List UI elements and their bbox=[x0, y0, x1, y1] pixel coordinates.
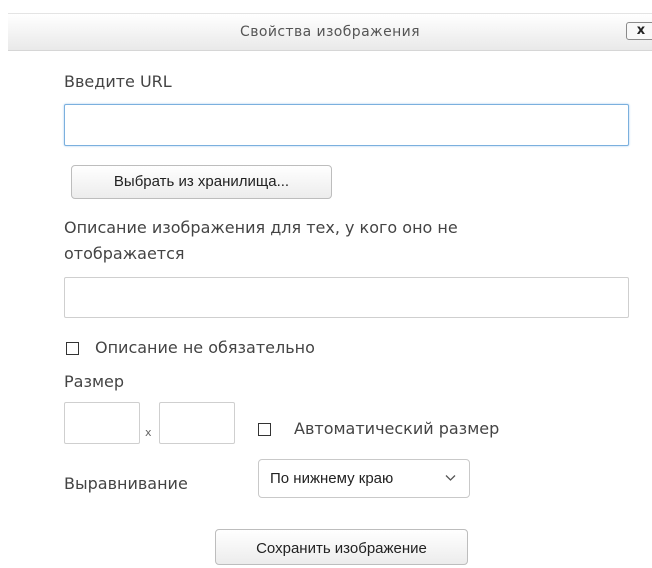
dialog-title: Свойства изображения bbox=[240, 24, 420, 40]
auto-size-checkbox[interactable] bbox=[258, 423, 271, 436]
close-icon: x bbox=[636, 23, 646, 38]
size-label: Размер bbox=[64, 372, 125, 391]
height-input[interactable] bbox=[159, 402, 235, 444]
chevron-down-icon bbox=[445, 475, 456, 481]
alignment-selected-value: По нижнему краю bbox=[270, 470, 394, 487]
url-label: Введите URL bbox=[64, 72, 172, 91]
description-optional-label: Описание не обязательно bbox=[95, 338, 315, 357]
browse-repository-button[interactable]: Выбрать из хранилища... bbox=[71, 165, 332, 199]
description-optional-checkbox[interactable] bbox=[66, 342, 79, 355]
size-separator: x bbox=[145, 426, 152, 439]
close-button[interactable]: x bbox=[626, 22, 652, 40]
description-label-line2: отображается bbox=[64, 244, 185, 263]
width-input[interactable] bbox=[64, 402, 140, 444]
dialog-titlebar: Свойства изображения x bbox=[8, 13, 652, 51]
description-input[interactable] bbox=[64, 277, 629, 318]
save-image-button[interactable]: Сохранить изображение bbox=[215, 529, 468, 565]
url-input[interactable] bbox=[64, 104, 629, 146]
auto-size-label: Автоматический размер bbox=[294, 419, 500, 438]
description-label-line1: Описание изображения для тех, у кого оно… bbox=[64, 218, 458, 237]
alignment-select[interactable]: По нижнему краю bbox=[258, 459, 470, 498]
alignment-label: Выравнивание bbox=[64, 474, 188, 493]
